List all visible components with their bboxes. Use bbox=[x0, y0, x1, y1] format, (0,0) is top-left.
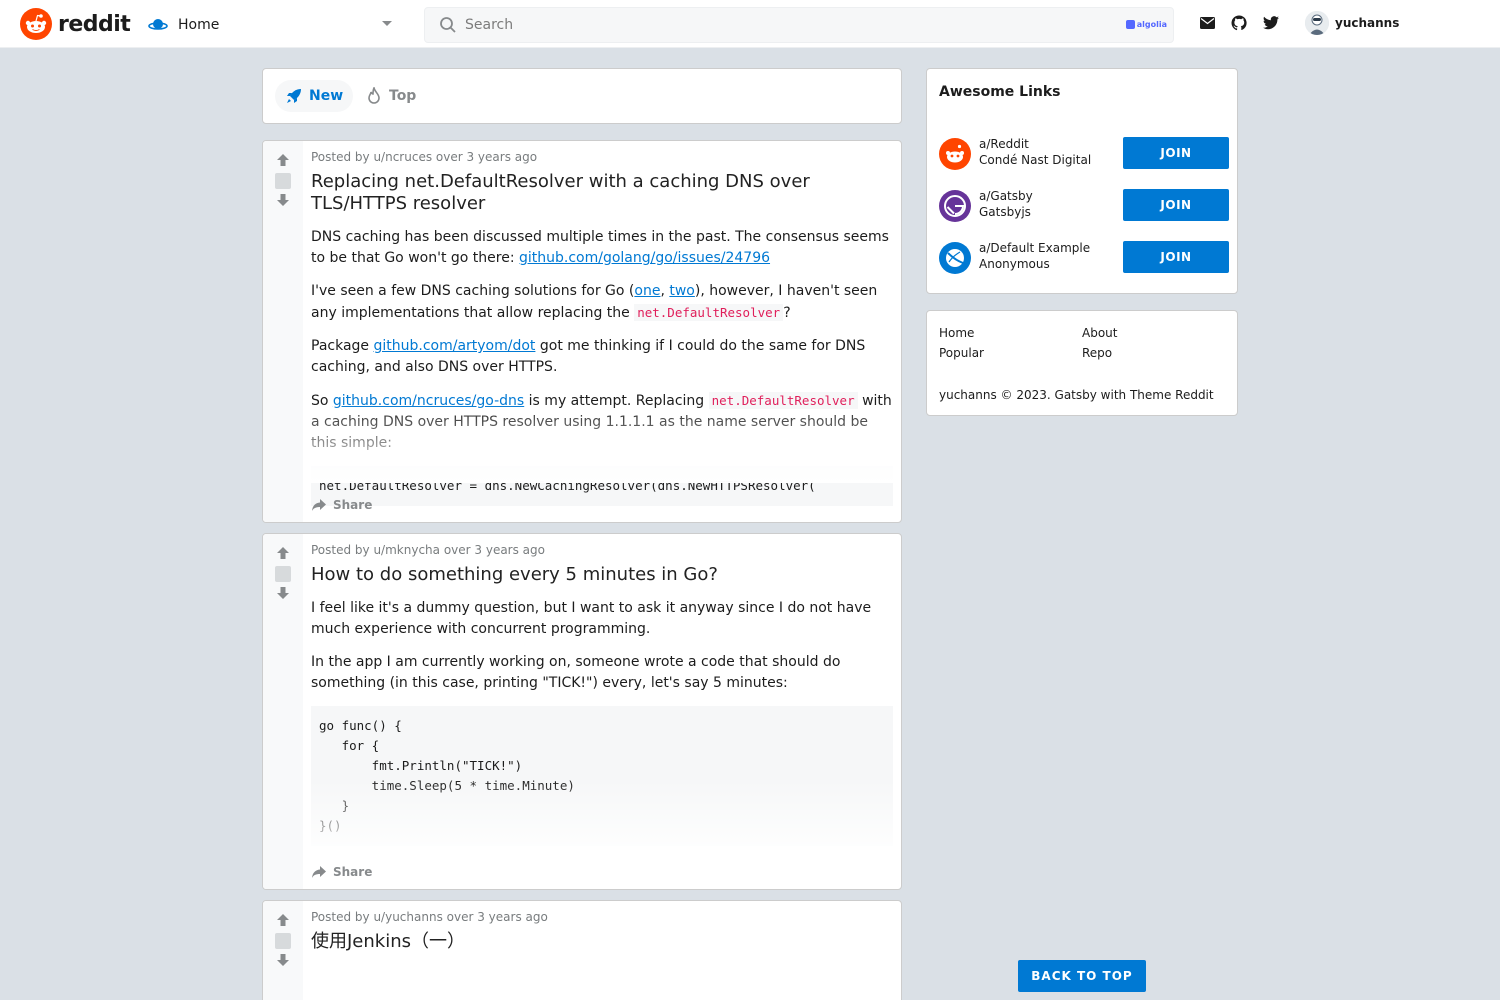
post-card[interactable]: Posted by u/yuchanns over 3 years ago 使用… bbox=[262, 900, 902, 1000]
share-button[interactable]: Share bbox=[311, 865, 372, 879]
content-fade bbox=[303, 403, 901, 483]
post-title[interactable]: Replacing net.DefaultResolver with a cac… bbox=[311, 171, 893, 215]
community-row[interactable]: a/Reddit Condé Nast Digital JOIN bbox=[939, 137, 1229, 171]
home-planet-icon bbox=[148, 19, 168, 30]
footer-link-home[interactable]: Home bbox=[939, 326, 974, 340]
awesome-links-widget: Awesome Links a/Reddit Condé Nast Digita… bbox=[926, 68, 1238, 294]
community-row[interactable]: a/Gatsby Gatsbyjs JOIN bbox=[939, 189, 1229, 223]
footer-widget: Home About Popular Repo yuchanns © 2023.… bbox=[926, 310, 1238, 416]
sort-new-button[interactable]: New bbox=[275, 80, 354, 112]
footer-link-about[interactable]: About bbox=[1082, 326, 1117, 340]
share-icon bbox=[312, 866, 326, 878]
algolia-icon bbox=[1125, 20, 1135, 29]
post-link[interactable]: github.com/artyom/dot bbox=[373, 338, 535, 354]
search-input[interactable] bbox=[465, 8, 1105, 42]
sort-bar: New Top bbox=[262, 68, 902, 124]
post-link[interactable]: one bbox=[634, 283, 660, 299]
planet-icon bbox=[939, 242, 971, 274]
algolia-badge[interactable]: algolia bbox=[1125, 20, 1167, 29]
share-button[interactable]: Share bbox=[311, 498, 372, 512]
upvote-icon[interactable] bbox=[276, 913, 290, 927]
gatsby-icon bbox=[939, 190, 971, 222]
reddit-snoo-icon bbox=[20, 8, 52, 40]
downvote-icon[interactable] bbox=[276, 586, 290, 600]
join-button[interactable]: JOIN bbox=[1123, 189, 1229, 221]
community-name[interactable]: a/Reddit bbox=[979, 137, 1029, 151]
sort-top-label: Top bbox=[389, 88, 417, 104]
user-menu[interactable]: yuchanns bbox=[1305, 11, 1399, 35]
post-meta: Posted by u/ncruces over 3 years ago bbox=[311, 150, 538, 164]
vote-score bbox=[275, 173, 291, 189]
reddit-logo[interactable]: reddit bbox=[20, 8, 131, 40]
community-owner: Anonymous bbox=[979, 257, 1050, 271]
logo-text: reddit bbox=[58, 11, 131, 37]
algolia-label: algolia bbox=[1136, 20, 1167, 29]
footer-link-popular[interactable]: Popular bbox=[939, 346, 984, 360]
community-name[interactable]: a/Default Example bbox=[979, 241, 1090, 255]
downvote-icon[interactable] bbox=[276, 193, 290, 207]
post-paragraph: I feel like it's a dummy question, but I… bbox=[311, 600, 872, 637]
share-label: Share bbox=[333, 865, 373, 879]
chevron-down-icon bbox=[382, 21, 392, 26]
post-meta: Posted by u/mknycha over 3 years ago bbox=[311, 543, 545, 557]
vote-score bbox=[275, 933, 291, 949]
post-title[interactable]: How to do something every 5 minutes in G… bbox=[311, 564, 893, 586]
post-title[interactable]: 使用Jenkins（一） bbox=[311, 931, 893, 953]
mail-icon[interactable] bbox=[1198, 14, 1216, 32]
footer-link-repo[interactable]: Repo bbox=[1082, 346, 1112, 360]
avatar bbox=[1305, 11, 1329, 35]
flame-icon bbox=[368, 87, 380, 104]
header-icons bbox=[1198, 14, 1280, 32]
vote-column bbox=[263, 534, 303, 889]
reddit-icon bbox=[939, 138, 971, 170]
top-navbar: reddit Home algolia bbox=[0, 0, 1500, 48]
post-card[interactable]: Posted by u/ncruces over 3 years ago Rep… bbox=[262, 140, 902, 523]
github-icon[interactable] bbox=[1230, 14, 1248, 32]
post-link[interactable]: two bbox=[669, 283, 695, 299]
community-name[interactable]: a/Gatsby bbox=[979, 189, 1033, 203]
vote-column bbox=[263, 141, 303, 522]
post-link[interactable]: github.com/golang/go/issues/24796 bbox=[519, 250, 770, 266]
post-card[interactable]: Posted by u/mknycha over 3 years ago How… bbox=[262, 533, 902, 890]
copyright-text: yuchanns © 2023. Gatsby with Theme Reddi… bbox=[939, 388, 1214, 402]
rocket-icon bbox=[287, 89, 301, 103]
vote-score bbox=[275, 566, 291, 582]
upvote-icon[interactable] bbox=[276, 546, 290, 560]
inline-code: net.DefaultResolver bbox=[634, 304, 784, 321]
community-row[interactable]: a/Default Example Anonymous JOIN bbox=[939, 241, 1229, 275]
post-paragraph: Package github.com/artyom/dot got me thi… bbox=[311, 338, 866, 375]
join-button[interactable]: JOIN bbox=[1123, 241, 1229, 273]
sort-top-button[interactable]: Top bbox=[355, 80, 426, 112]
sort-new-label: New bbox=[309, 88, 344, 104]
home-dropdown-label: Home bbox=[178, 17, 220, 33]
community-owner: Condé Nast Digital bbox=[979, 153, 1092, 167]
post-paragraph: I've seen a few DNS caching solutions fo… bbox=[311, 283, 878, 321]
community-owner: Gatsbyjs bbox=[979, 205, 1031, 219]
share-label: Share bbox=[333, 498, 373, 512]
home-dropdown[interactable]: Home bbox=[148, 12, 398, 38]
back-to-top-button[interactable]: BACK TO TOP bbox=[1018, 960, 1146, 992]
search-bar[interactable]: algolia bbox=[424, 7, 1174, 43]
downvote-icon[interactable] bbox=[276, 953, 290, 967]
content-fade bbox=[303, 779, 901, 859]
widget-title: Awesome Links bbox=[939, 84, 1061, 100]
post-paragraph: In the app I am currently working on, so… bbox=[311, 654, 841, 691]
post-body: Posted by u/yuchanns over 3 years ago 使用… bbox=[311, 901, 893, 953]
share-icon bbox=[312, 499, 326, 511]
twitter-icon[interactable] bbox=[1262, 14, 1280, 32]
username: yuchanns bbox=[1335, 16, 1400, 30]
join-button[interactable]: JOIN bbox=[1123, 137, 1229, 169]
upvote-icon[interactable] bbox=[276, 153, 290, 167]
post-meta: Posted by u/yuchanns over 3 years ago bbox=[311, 910, 548, 924]
search-icon bbox=[440, 17, 456, 33]
vote-column bbox=[263, 901, 303, 1000]
post-paragraph: DNS caching has been discussed multiple … bbox=[311, 229, 889, 266]
